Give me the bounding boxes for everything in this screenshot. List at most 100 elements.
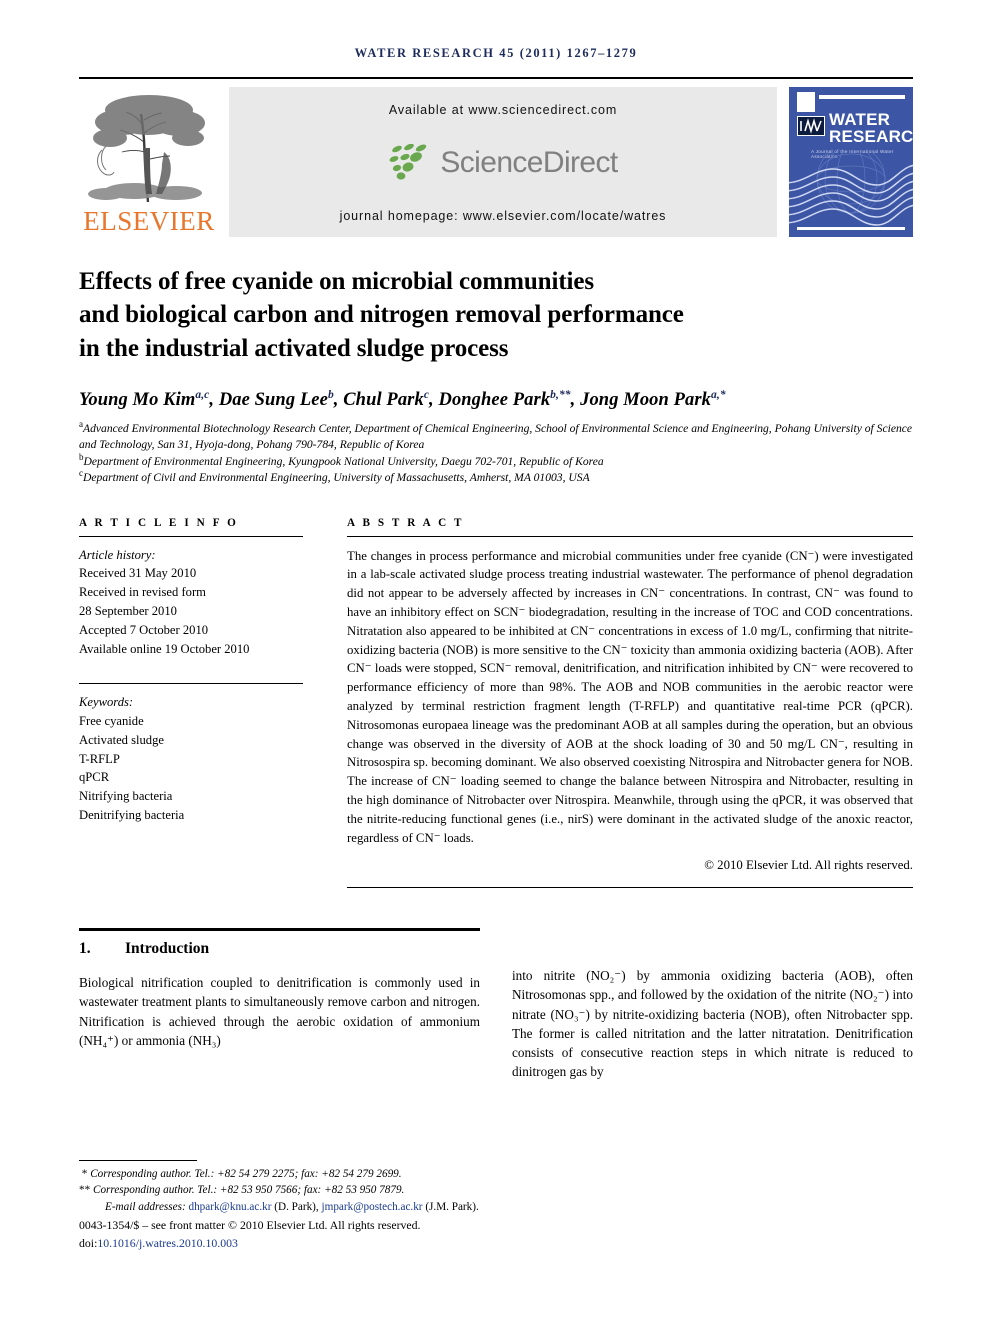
iwa-logo-icon	[797, 116, 825, 136]
email-link-dpark[interactable]: dhpark@knu.ac.kr	[188, 1201, 271, 1213]
doi-line: doi:10.1016/j.watres.2010.10.003	[79, 1235, 499, 1253]
history-item: Received in revised form	[79, 585, 206, 600]
footnote-block: * Corresponding author. Tel.: +82 54 279…	[79, 1160, 499, 1252]
abstract-bottom-rule	[347, 887, 913, 889]
abstract-column: A B S T R A C T The changes in process p…	[325, 517, 913, 889]
affiliation-text: Department of Environmental Engineering,…	[83, 454, 604, 468]
author-name: Young Mo Kim	[79, 389, 196, 410]
elsevier-logo: ELSEVIER	[79, 87, 219, 237]
available-at-text: Available at www.sciencedirect.com	[388, 103, 618, 117]
keyword-item: Nitrifying bacteria	[79, 789, 173, 804]
abstract-copyright: © 2010 Elsevier Ltd. All rights reserved…	[704, 858, 913, 873]
article-history-label: Article history:	[79, 547, 156, 562]
body-column-left: 1. Introduction Biological nitrification …	[79, 928, 480, 1081]
keyword-item: T-RFLP	[79, 751, 120, 766]
body-columns: 1. Introduction Biological nitrification …	[79, 928, 913, 1081]
author-name: Donghee Park	[438, 389, 551, 410]
history-item: 28 September 2010	[79, 604, 177, 619]
author-list: Young Mo Kima,c, Dae Sung Leeb, Chul Par…	[79, 388, 726, 410]
cover-bottom-rule	[797, 227, 905, 230]
article-info-column: A R T I C L E I N F O Article history: R…	[79, 517, 325, 889]
cover-title-line2: RESEARCH	[829, 126, 913, 146]
email-owner-jmpark: (J.M. Park).	[425, 1200, 479, 1213]
paper-page: WATER RESEARCH 45 (2011) 1267–1279 ELSEV…	[79, 0, 913, 1323]
keywords-block: Keywords: Free cyanide Activated sludge …	[79, 673, 303, 825]
keywords-list: Keywords: Free cyanide Activated sludge …	[79, 693, 303, 825]
front-matter-line: 0043-1354/$ – see front matter © 2010 El…	[79, 1218, 421, 1233]
body-column-right: into nitrite (NO₂⁻) by ammonia oxidizing…	[512, 928, 913, 1081]
doi-link[interactable]: 10.1016/j.watres.2010.10.003	[97, 1236, 238, 1250]
author: Young Mo Kima,c	[79, 388, 210, 410]
keywords-label: Keywords:	[79, 694, 134, 709]
abstract-text: The changes in process performance and m…	[347, 548, 913, 845]
history-item: Available online 19 October 2010	[79, 642, 250, 657]
author-affil-marker: b,**	[550, 388, 571, 401]
water-research-cover-image: WATER RESEARCH A Journal of the Internat…	[789, 87, 913, 237]
affiliation-list: aAdvanced Environmental Biotechnology Re…	[79, 419, 913, 487]
author-affil-marker: c	[423, 388, 430, 401]
journal-masthead: ELSEVIER Available at www.sciencedirect.…	[79, 77, 913, 237]
affiliation: bDepartment of Environmental Engineering…	[79, 452, 913, 470]
author-affil-marker: a,*	[711, 388, 726, 401]
footnote-text: Corresponding author. Tel.: +82 54 279 2…	[90, 1168, 402, 1180]
affiliation: aAdvanced Environmental Biotechnology Re…	[79, 419, 913, 454]
footnote-marker: *	[79, 1168, 88, 1180]
footnote-marker: **	[79, 1184, 91, 1197]
history-item: Received 31 May 2010	[79, 566, 197, 581]
section-title: Introduction	[125, 940, 210, 958]
author: Donghee Parkb,**	[438, 388, 571, 410]
author: Jong Moon Parka,*	[580, 388, 726, 410]
footnote-corresponding-2: ** Corresponding author. Tel.: +82 53 95…	[79, 1182, 499, 1198]
affiliation-text: Advanced Environmental Biotechnology Res…	[79, 421, 913, 452]
sciencedirect-wordmark: ScienceDirect	[440, 146, 618, 179]
affiliation: cDepartment of Civil and Environmental E…	[79, 469, 913, 486]
author: Chul Parkc	[343, 388, 430, 410]
keyword-item: qPCR	[79, 770, 110, 785]
elsevier-tree-icon	[84, 90, 214, 208]
keywords-rule	[79, 682, 303, 684]
doi-label: doi:	[79, 1235, 98, 1250]
title-line-3: in the industrial activated sludge proce…	[79, 334, 509, 362]
elsevier-mark-icon	[797, 92, 815, 112]
cover-wave-artwork	[789, 144, 913, 229]
author-name: Jong Moon Park	[580, 389, 712, 410]
section-number: 1.	[79, 940, 91, 958]
author-affil-marker: b	[327, 388, 334, 401]
footnote-corresponding-1: * Corresponding author. Tel.: +82 54 279…	[79, 1166, 499, 1182]
email-label: E-mail addresses:	[105, 1200, 186, 1213]
footnote-text: Corresponding author. Tel.: +82 53 950 7…	[92, 1184, 405, 1197]
email-owner-dpark: (D. Park),	[274, 1200, 319, 1213]
title-line-2: and biological carbon and nitrogen remov…	[79, 301, 684, 329]
footnote-emails: E-mail addresses: dhpark@knu.ac.kr (D. P…	[79, 1199, 499, 1215]
author-affil-marker: a,c	[195, 388, 210, 401]
keyword-item: Activated sludge	[79, 732, 164, 747]
author-name: Chul Park	[343, 389, 424, 410]
keyword-item: Free cyanide	[79, 713, 144, 728]
footnote-rule	[79, 1160, 197, 1161]
abstract-heading: A B S T R A C T	[347, 516, 465, 529]
affiliation-text: Department of Civil and Environmental En…	[83, 471, 590, 485]
article-info-abstract-block: A R T I C L E I N F O Article history: R…	[79, 517, 913, 889]
article-info-rule	[79, 535, 303, 537]
section-rule	[79, 928, 480, 932]
elsevier-wordmark: ELSEVIER	[83, 206, 215, 236]
sciencedirect-logo: ScienceDirect	[388, 143, 618, 182]
history-item: Accepted 7 October 2010	[79, 623, 209, 638]
abstract-rule	[347, 535, 913, 537]
cover-title: WATER RESEARCH	[829, 111, 913, 146]
intro-paragraph-right: into nitrite (NO₂⁻) by ammonia oxidizing…	[512, 968, 913, 1080]
leaves-icon	[388, 143, 434, 182]
running-head: WATER RESEARCH 45 (2011) 1267–1279	[354, 46, 638, 60]
author: Dae Sung Leeb	[218, 388, 334, 410]
journal-homepage-text: journal homepage: www.elsevier.com/locat…	[339, 209, 667, 223]
page-title: Effects of free cyanide on microbial com…	[79, 265, 913, 365]
section-heading-introduction: 1. Introduction	[79, 940, 480, 958]
intro-paragraph-left: Biological nitrification coupled to deni…	[79, 975, 480, 1048]
keyword-item: Denitrifying bacteria	[79, 808, 185, 823]
article-history: Article history: Received 31 May 2010 Re…	[79, 546, 303, 659]
email-link-jmpark[interactable]: jmpark@postech.ac.kr	[322, 1201, 423, 1213]
cover-top-rule	[819, 95, 905, 99]
article-info-heading: A R T I C L E I N F O	[79, 516, 239, 529]
author-name: Dae Sung Lee	[218, 389, 328, 410]
sciencedirect-band: Available at www.sciencedirect.com Scien…	[229, 87, 777, 237]
